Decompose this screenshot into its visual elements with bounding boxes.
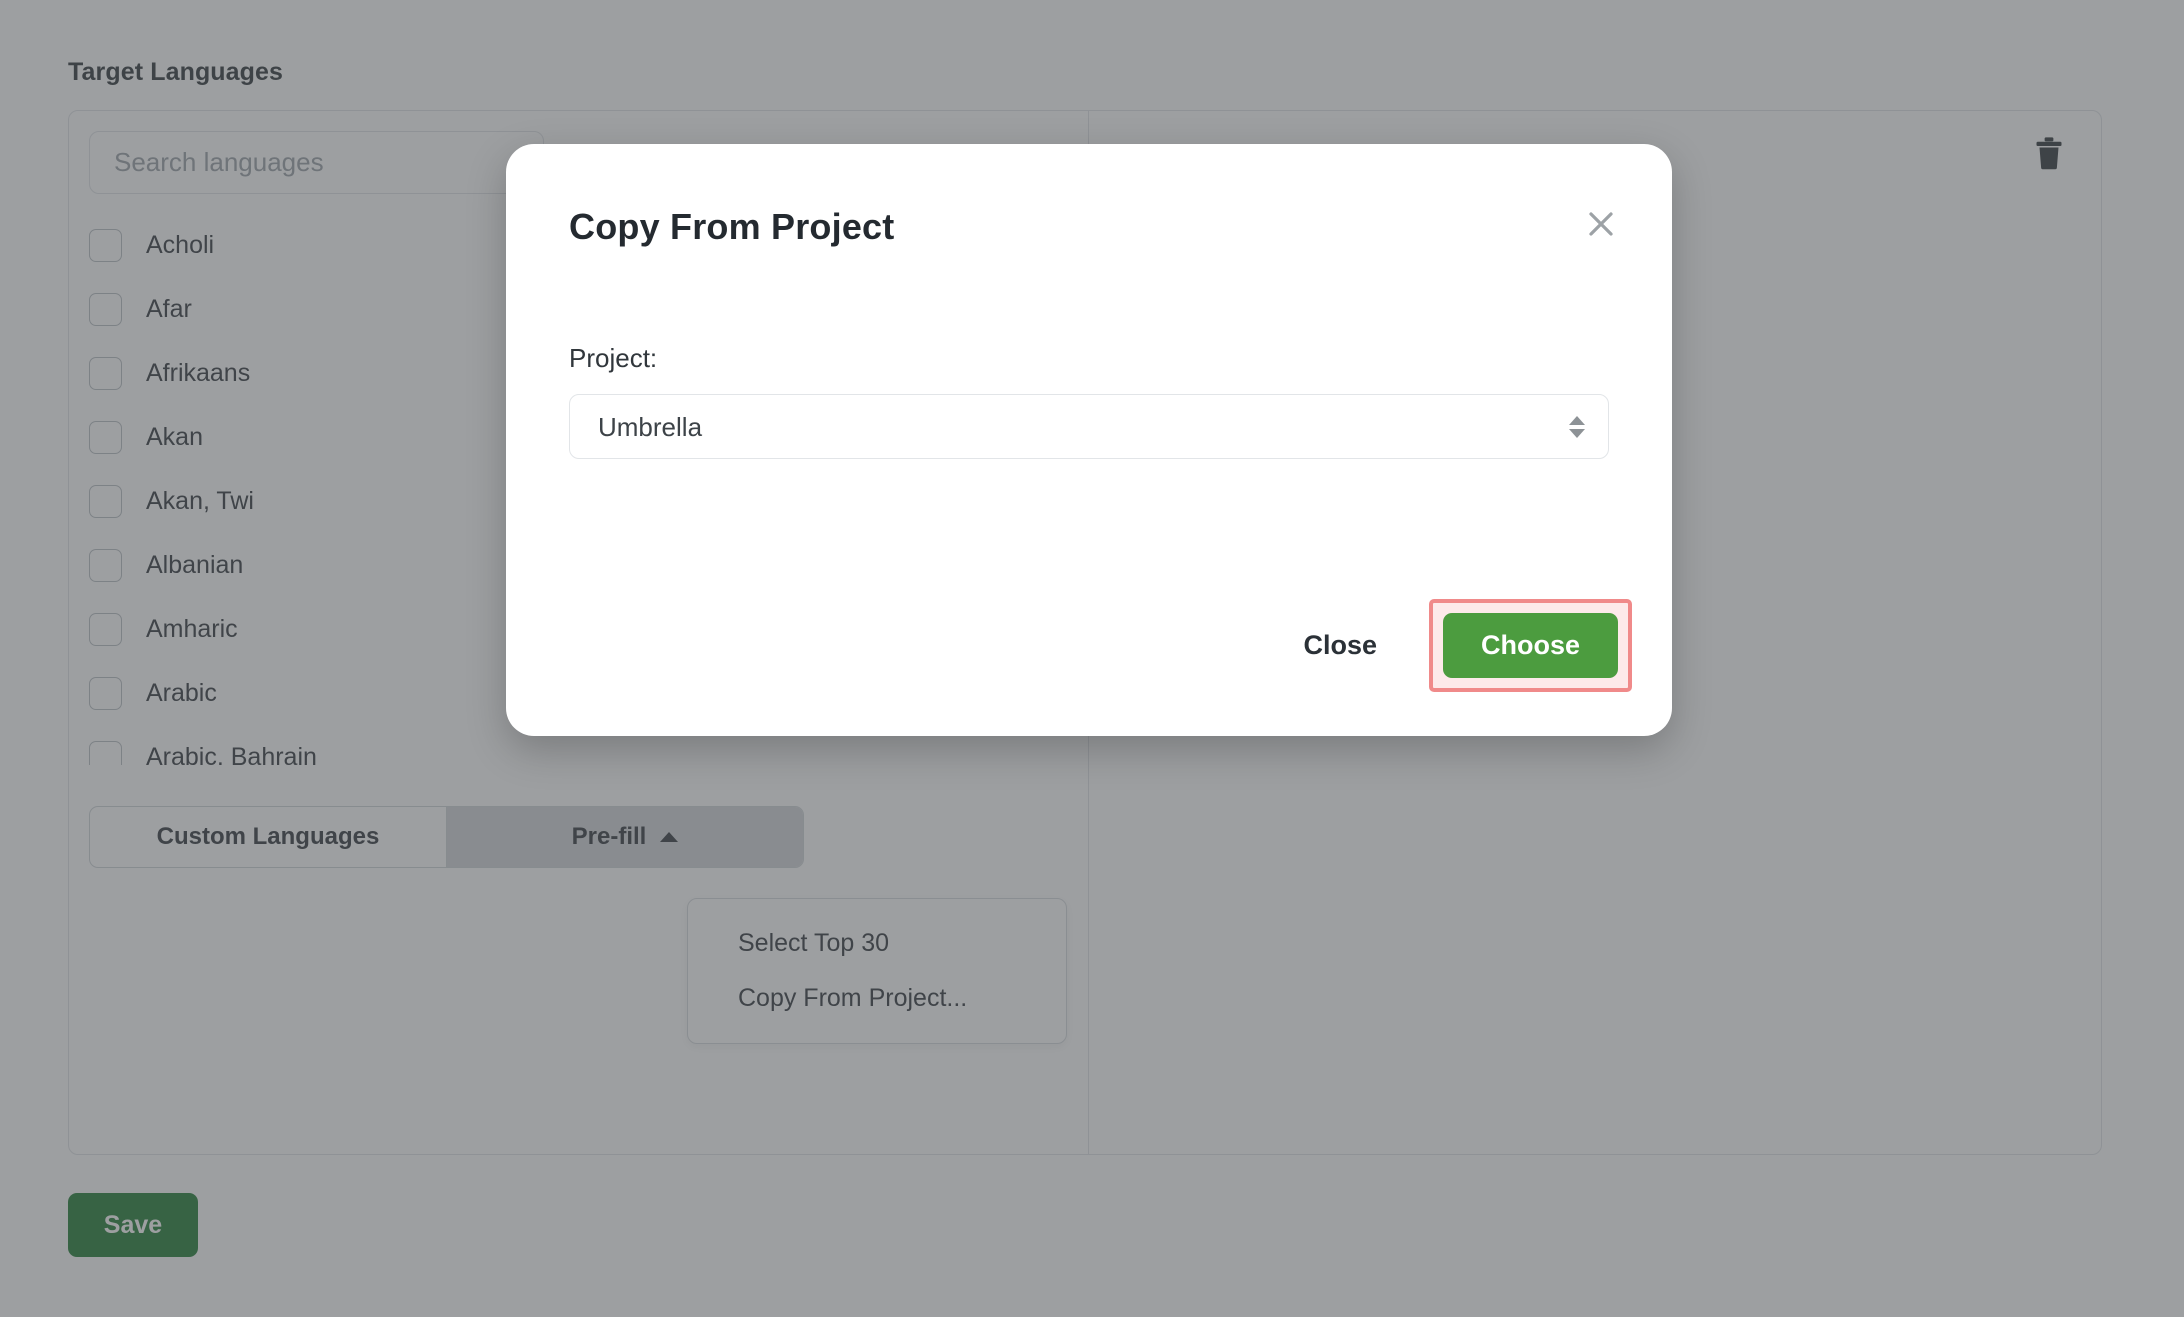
modal-action-bar: Close Choose [1275, 599, 1632, 692]
modal-close-text-button[interactable]: Close [1275, 614, 1405, 677]
project-select-wrap: Umbrella [569, 394, 1609, 459]
modal-title: Copy From Project [569, 206, 895, 247]
close-modal-button[interactable] [1578, 201, 1624, 247]
copy-from-project-modal: Copy From Project Project: Umbrella Clos… [506, 144, 1672, 736]
project-field-label: Project: [569, 343, 658, 373]
choose-button[interactable]: Choose [1442, 613, 1618, 678]
project-select[interactable]: Umbrella [569, 394, 1609, 459]
close-icon [1589, 212, 1613, 236]
choose-button-highlight: Choose [1428, 599, 1632, 692]
